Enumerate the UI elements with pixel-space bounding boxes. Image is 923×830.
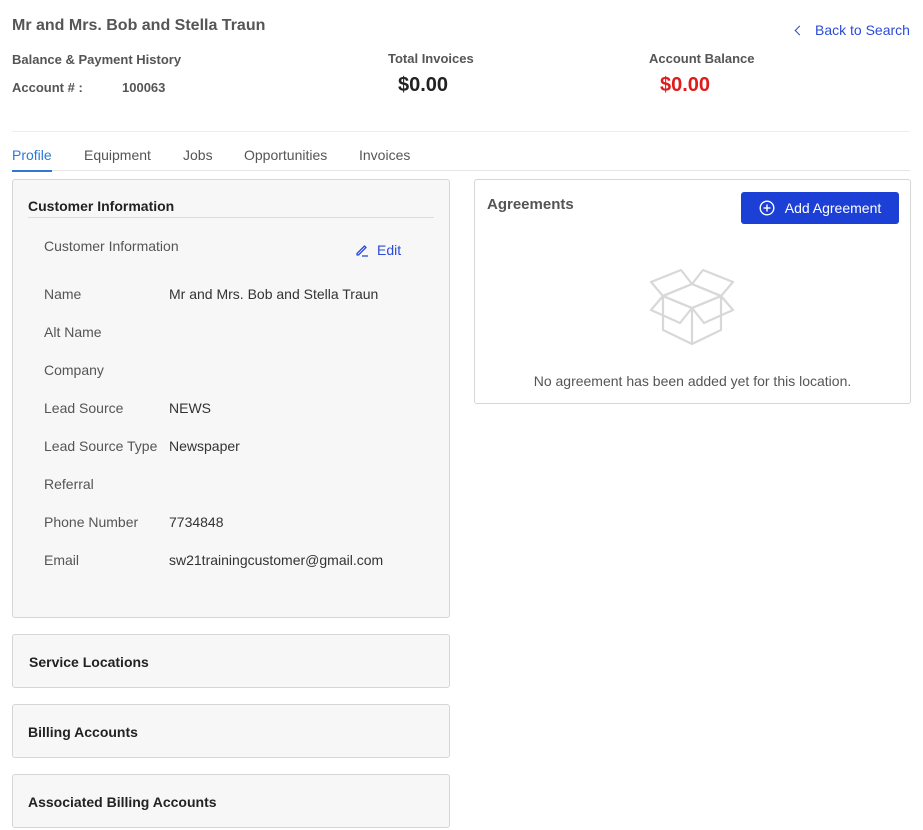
plus-circle-icon (759, 200, 775, 216)
balance-history-title: Balance & Payment History (12, 52, 182, 67)
back-to-search-label: Back to Search (815, 22, 910, 38)
associated-billing-accounts-title: Associated Billing Accounts (28, 794, 217, 810)
billing-accounts-title: Billing Accounts (28, 724, 138, 740)
field-value-name: Mr and Mrs. Bob and Stella Traun (169, 286, 379, 302)
tab-opportunities[interactable]: Opportunities (244, 147, 327, 170)
agreements-title: Agreements (487, 196, 574, 213)
tab-equipment[interactable]: Equipment (84, 147, 151, 170)
service-locations-title: Service Locations (29, 654, 149, 670)
agreements-card: Agreements Add Agreement No agreement ha… (474, 179, 911, 404)
back-to-search-link[interactable]: Back to Search (794, 22, 910, 38)
account-balance-label: Account Balance (649, 51, 755, 66)
customer-profile-page: Mr and Mrs. Bob and Stella Traun Back to… (0, 0, 923, 830)
account-number-value: 100063 (122, 80, 166, 95)
customer-information-subtitle: Customer Information (44, 238, 179, 254)
field-label-lead-source: Lead Source (44, 400, 124, 416)
total-invoices-value: $0.00 (398, 74, 449, 96)
account-balance-value: $0.00 (660, 74, 711, 96)
field-label-name: Name (44, 286, 82, 302)
tab-jobs[interactable]: Jobs (183, 147, 213, 170)
edit-label: Edit (377, 242, 402, 258)
customer-information-title: Customer Information (28, 198, 175, 214)
edit-customer-button[interactable]: Edit (355, 242, 401, 258)
customer-name-title: Mr and Mrs. Bob and Stella Traun (12, 17, 266, 34)
add-agreement-button[interactable]: Add Agreement (741, 192, 899, 224)
account-number-label: Account # : (12, 80, 83, 95)
pencil-icon (356, 245, 368, 257)
field-label-referral: Referral (44, 476, 94, 492)
header-divider (12, 131, 910, 132)
field-label-lead-source-type: Lead Source Type (44, 438, 158, 454)
field-label-alt-name: Alt Name (44, 324, 102, 340)
chevron-left-icon (794, 25, 805, 36)
tab-profile[interactable]: Profile (12, 147, 52, 172)
field-label-phone-number: Phone Number (44, 514, 139, 530)
field-value-lead-source-type: Newspaper (169, 438, 240, 454)
field-label-company: Company (44, 362, 104, 378)
billing-accounts-section[interactable]: Billing Accounts (12, 704, 450, 758)
customer-information-card: Customer Information Customer Informatio… (12, 179, 450, 618)
open-box-icon (649, 268, 735, 346)
profile-tabs: Profile Equipment Jobs Opportunities Inv… (12, 146, 910, 172)
field-label-email: Email (44, 552, 80, 568)
field-value-lead-source: NEWS (169, 400, 211, 416)
add-agreement-label: Add Agreement (784, 200, 882, 216)
customer-information-divider (28, 217, 434, 218)
total-invoices-label: Total Invoices (388, 51, 474, 66)
associated-billing-accounts-section[interactable]: Associated Billing Accounts (12, 774, 450, 828)
field-value-phone-number: 7734848 (169, 514, 224, 530)
field-value-email: sw21trainingcustomer@gmail.com (169, 552, 384, 568)
service-locations-section[interactable]: Service Locations (12, 634, 450, 688)
no-agreement-message: No agreement has been added yet for this… (533, 373, 852, 389)
tab-invoices[interactable]: Invoices (359, 147, 410, 170)
